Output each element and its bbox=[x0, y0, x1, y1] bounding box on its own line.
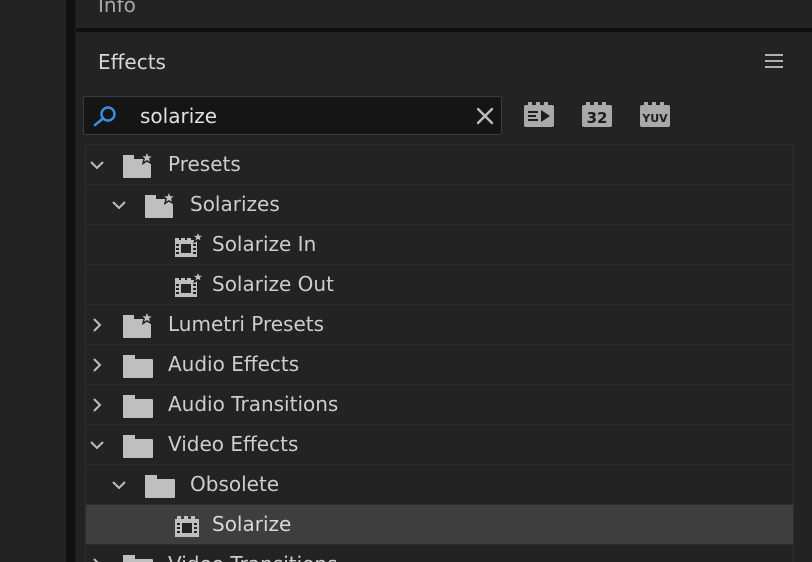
effects-panel: Effects 32 YUV Pres bbox=[76, 32, 812, 562]
tree-row-solarize-in[interactable]: Solarize In bbox=[86, 224, 793, 264]
folder-icon bbox=[123, 395, 153, 418]
clear-search-icon[interactable] bbox=[476, 107, 494, 125]
chevron-down-icon[interactable] bbox=[90, 158, 104, 172]
32-bit-filter-icon[interactable]: 32 bbox=[581, 102, 613, 128]
tree-row-audio-transitions[interactable]: Audio Transitions bbox=[86, 384, 793, 424]
left-panel-strip bbox=[0, 0, 66, 562]
yuv-filter-label: YUV bbox=[641, 112, 668, 125]
tree-row-label: Video Transitions bbox=[168, 552, 338, 562]
chevron-down-icon[interactable] bbox=[90, 438, 104, 452]
tree-row-label: Solarize bbox=[212, 512, 292, 536]
folder-icon bbox=[145, 475, 175, 498]
tree-row-video-transitions[interactable]: Video Transitions bbox=[86, 544, 793, 562]
tree-row-label: Lumetri Presets bbox=[168, 312, 325, 336]
search-icon bbox=[93, 106, 116, 127]
tree-row-label: Obsolete bbox=[190, 472, 280, 496]
tree-row-label: Solarize In bbox=[212, 232, 317, 256]
preset-folder-icon bbox=[145, 191, 178, 218]
search-input[interactable] bbox=[140, 102, 460, 130]
tree-row-video-effects[interactable]: Video Effects bbox=[86, 424, 793, 464]
chevron-right-icon[interactable] bbox=[90, 398, 104, 412]
yuv-filter-icon[interactable]: YUV bbox=[639, 102, 671, 128]
folder-icon bbox=[123, 555, 153, 562]
chevron-down-icon[interactable] bbox=[112, 478, 126, 492]
tree-row-label: Audio Effects bbox=[168, 352, 300, 376]
info-panel: Info bbox=[76, 0, 812, 28]
chevron-right-icon[interactable] bbox=[90, 558, 104, 562]
tree-row-label: Presets bbox=[168, 152, 241, 176]
32-bit-filter-label: 32 bbox=[587, 109, 608, 127]
folder-icon bbox=[123, 355, 153, 378]
tree-row-obsolete[interactable]: Obsolete bbox=[86, 464, 793, 504]
tree-row-label: Audio Transitions bbox=[168, 392, 339, 416]
search-field[interactable] bbox=[83, 96, 502, 135]
effects-tree[interactable]: Presets Solarizes Solarize In Solarize Out L… bbox=[85, 144, 794, 562]
preset-folder-icon bbox=[123, 311, 156, 338]
tree-row-solarizes[interactable]: Solarizes bbox=[86, 184, 793, 224]
tree-row-presets[interactable]: Presets bbox=[86, 144, 793, 184]
video-effect-icon bbox=[175, 516, 199, 537]
preset-folder-icon bbox=[123, 151, 156, 178]
tree-row-solarize-out[interactable]: Solarize Out bbox=[86, 264, 793, 304]
panel-divider[interactable] bbox=[66, 0, 75, 562]
accelerated-effects-filter-icon[interactable] bbox=[523, 102, 555, 128]
preset-icon bbox=[175, 231, 206, 257]
effects-panel-title[interactable]: Effects bbox=[98, 50, 166, 74]
tree-row-lumetri-presets[interactable]: Lumetri Presets bbox=[86, 304, 793, 344]
preset-icon bbox=[175, 271, 206, 297]
panel-menu-icon[interactable] bbox=[765, 54, 783, 70]
tree-row-label: Solarizes bbox=[190, 192, 280, 216]
chevron-down-icon[interactable] bbox=[112, 198, 126, 212]
tree-row-solarize[interactable]: Solarize bbox=[86, 504, 793, 544]
tree-row-audio-effects[interactable]: Audio Effects bbox=[86, 344, 793, 384]
chevron-right-icon[interactable] bbox=[90, 318, 104, 332]
tree-row-label: Solarize Out bbox=[212, 272, 334, 296]
info-panel-title[interactable]: Info bbox=[98, 0, 136, 17]
tree-row-label: Video Effects bbox=[168, 432, 299, 456]
chevron-right-icon[interactable] bbox=[90, 358, 104, 372]
folder-icon bbox=[123, 435, 153, 458]
